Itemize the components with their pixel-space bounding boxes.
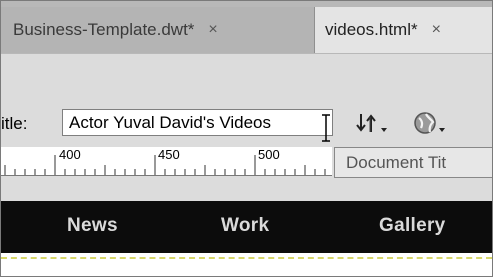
document-toolbar: itle: — [1, 100, 492, 147]
tab-videos-html[interactable]: videos.html* × — [314, 7, 492, 53]
tab-label: videos.html* — [325, 20, 418, 39]
close-icon[interactable]: × — [208, 21, 217, 39]
region-outline — [1, 257, 492, 259]
document-tab-bar: Business-Template.dwt* × videos.html* × — [1, 1, 492, 54]
text-cursor-icon — [322, 114, 330, 142]
document-title-input[interactable] — [62, 109, 333, 136]
document-title-tooltip: Document Tit — [334, 147, 492, 178]
nav-link-work[interactable]: Work — [221, 215, 269, 237]
site-navigation-bar: News Work Gallery — [1, 201, 492, 253]
tab-label: Business-Template.dwt* — [13, 20, 195, 39]
ruler-label: 450 — [158, 147, 180, 162]
ruler-label: 500 — [258, 147, 280, 162]
nav-link-news[interactable]: News — [67, 215, 118, 237]
ruler-label: 400 — [59, 147, 81, 162]
horizontal-ruler: 400 450 500 — [1, 147, 332, 176]
preview-globe-icon[interactable] — [413, 111, 449, 137]
nav-link-gallery[interactable]: Gallery — [379, 215, 446, 237]
editor-window: Business-Template.dwt* × videos.html* × … — [0, 0, 493, 277]
tab-business-template[interactable]: Business-Template.dwt* × — [1, 7, 314, 53]
title-label: itle: — [1, 114, 28, 133]
ruler-row: 400 450 500 Document Tit — [1, 147, 492, 181]
toolbar-gap — [1, 54, 492, 100]
close-icon[interactable]: × — [432, 21, 441, 39]
file-management-icon[interactable] — [355, 111, 391, 137]
